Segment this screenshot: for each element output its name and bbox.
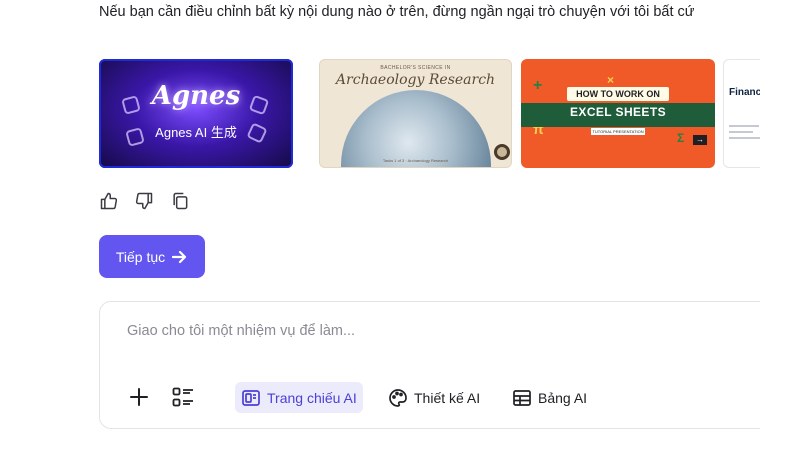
tool-ai-table-label: Bảng AI: [538, 389, 588, 406]
archaeology-kicker: BACHELOR'S SCIENCE IN: [380, 65, 451, 71]
tool-ai-table[interactable]: Bảng AI: [506, 382, 593, 413]
archaeology-footer: Tasks 1 of 3 · Archaeology Research: [382, 158, 449, 163]
arrow-right-icon: →: [693, 135, 707, 145]
add-icon[interactable]: [128, 386, 150, 408]
archaeology-title: Archaeology Research: [335, 72, 496, 88]
tool-ai-design-label: Thiết kế AI: [414, 389, 481, 406]
tool-ai-slides-label: Trang chiếu AI: [267, 389, 357, 406]
tool-ai-slides[interactable]: Trang chiếu AI: [235, 382, 363, 413]
excel-tag: TUTORIAL PRESENTATION: [591, 128, 645, 135]
sigma-symbol-icon: Σ: [677, 131, 685, 145]
copy-icon[interactable]: [169, 190, 191, 212]
continue-button[interactable]: Tiếp tục: [99, 235, 205, 278]
thumbs-up-icon[interactable]: [98, 190, 120, 212]
plus-symbol-icon: +: [533, 77, 543, 94]
continue-button-label: Tiếp tục: [115, 248, 166, 265]
agnes-logo: Agnes: [151, 81, 241, 111]
excel-title: EXCEL SHEETS: [570, 105, 666, 119]
palette-icon: [389, 388, 407, 407]
finance-text-line: [729, 125, 759, 127]
arrow-right-icon: [172, 250, 187, 263]
thumbs-down-icon[interactable]: [133, 190, 155, 212]
globe-image: [341, 90, 491, 167]
tools-icon[interactable]: [172, 386, 194, 408]
task-composer[interactable]: Giao cho tôi một nhiệm vụ để làm... Tran…: [99, 301, 779, 429]
assistant-message-text: Nếu bạn cần điều chỉnh bất kỳ nội dung n…: [99, 4, 695, 20]
table-icon: [513, 389, 531, 406]
multiply-symbol-icon: ×: [607, 73, 615, 87]
viewport-edge: [760, 0, 800, 450]
excel-kicker: HOW TO WORK ON: [567, 87, 669, 101]
agnes-subtitle: Agnes AI 生成: [155, 125, 237, 140]
gallery-card-excel[interactable]: + × π Σ HOW TO WORK ON EXCEL SHEETS TUTO…: [521, 59, 715, 168]
gallery-card-archaeology[interactable]: BACHELOR'S SCIENCE IN Archaeology Resear…: [319, 59, 512, 168]
slides-icon: [242, 389, 260, 406]
gallery-card-agnes[interactable]: Agnes Agnes AI 生成: [99, 59, 293, 168]
task-input[interactable]: Giao cho tôi một nhiệm vụ để làm...: [127, 323, 355, 339]
finance-text-line: [729, 131, 753, 133]
tool-ai-design[interactable]: Thiết kế AI: [382, 382, 486, 413]
